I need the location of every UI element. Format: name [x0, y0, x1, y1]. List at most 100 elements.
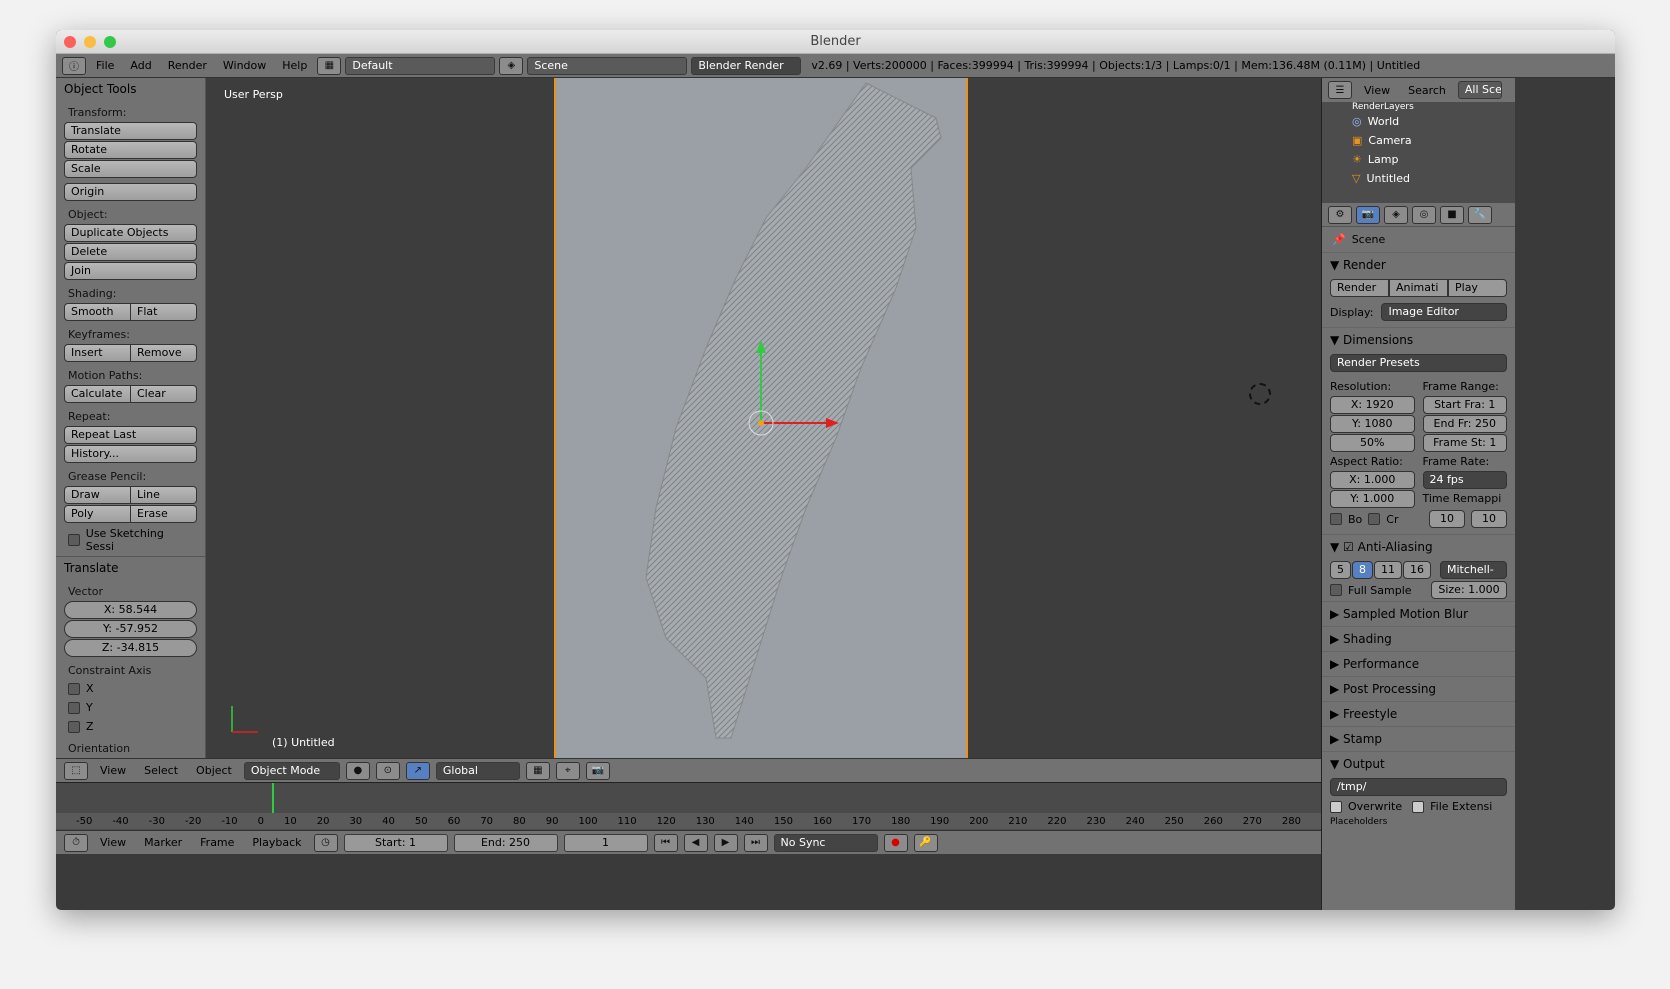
- history-button[interactable]: History...: [64, 445, 197, 463]
- timeline-view-menu[interactable]: View: [94, 836, 132, 849]
- world-tab-icon[interactable]: ◎: [1412, 205, 1436, 224]
- delete-button[interactable]: Delete: [64, 243, 197, 261]
- placeholders-checkbox[interactable]: Placeholders: [1330, 817, 1507, 827]
- start-frame-field[interactable]: Start: 1: [343, 833, 448, 852]
- aspect-x-field[interactable]: X: 1.000: [1330, 471, 1415, 489]
- clear-button[interactable]: Clear: [131, 385, 197, 403]
- resolution-x-field[interactable]: X: 1920: [1330, 396, 1415, 414]
- terrain-mesh[interactable]: [554, 78, 968, 758]
- mode-select[interactable]: Object Mode: [243, 761, 340, 780]
- output-path-field[interactable]: /tmp/: [1330, 778, 1507, 796]
- line-button[interactable]: Line: [131, 486, 197, 504]
- outliner-item-renderlayers[interactable]: RenderLayers: [1322, 102, 1515, 112]
- render-presets-select[interactable]: Render Presets: [1330, 354, 1507, 372]
- preview-range-icon[interactable]: ◷: [313, 833, 338, 852]
- display-select[interactable]: Image Editor: [1381, 303, 1507, 321]
- aa-5-button[interactable]: 5: [1330, 561, 1351, 579]
- frame-rate-select[interactable]: 24 fps: [1422, 471, 1507, 489]
- remove-keyframe-button[interactable]: Remove: [131, 344, 197, 362]
- pivot-point-icon[interactable]: ⊙: [375, 761, 400, 780]
- render-tab-icon[interactable]: 📷: [1356, 205, 1380, 224]
- zoom-window-icon[interactable]: [104, 36, 116, 48]
- timeline-editor-icon[interactable]: ⏱: [64, 833, 88, 852]
- dimensions-panel-header[interactable]: ▼ Dimensions: [1322, 327, 1515, 352]
- 3d-view-editor-icon[interactable]: ⬚: [64, 761, 88, 780]
- anti-aliasing-panel-header[interactable]: ▼ ☑ Anti-Aliasing: [1322, 534, 1515, 559]
- outliner-item-untitled[interactable]: ▽ Untitled: [1322, 169, 1515, 188]
- vector-x-field[interactable]: X: 58.544: [64, 601, 197, 619]
- properties-editor-icon[interactable]: ⚙: [1328, 205, 1352, 224]
- outliner-view-menu[interactable]: View: [1358, 84, 1396, 97]
- repeat-last-button[interactable]: Repeat Last: [64, 426, 197, 444]
- viewport-shading-icon[interactable]: ●: [345, 761, 370, 780]
- constraint-z-checkbox[interactable]: Z: [56, 717, 205, 736]
- menu-file[interactable]: File: [90, 59, 120, 72]
- sketching-session-checkbox[interactable]: Use Sketching Sessi: [56, 524, 205, 556]
- scene-icon[interactable]: ◈: [499, 56, 524, 75]
- object-menu[interactable]: Object: [190, 764, 238, 777]
- lamp-icon[interactable]: [1249, 383, 1271, 405]
- translate-button[interactable]: Translate: [64, 122, 197, 140]
- play-reverse-icon[interactable]: ◀: [683, 833, 708, 852]
- freestyle-panel-header[interactable]: ▶ Freestyle: [1322, 701, 1515, 726]
- poly-button[interactable]: Poly: [64, 505, 131, 523]
- resolution-percent-field[interactable]: 50%: [1330, 434, 1415, 452]
- menu-add[interactable]: Add: [124, 59, 157, 72]
- time-remap-old-field[interactable]: 10: [1429, 510, 1465, 528]
- motion-blur-panel-header[interactable]: ▶ Sampled Motion Blur: [1322, 601, 1515, 626]
- render-panel-header[interactable]: ▼ Render: [1322, 252, 1515, 277]
- post-processing-panel-header[interactable]: ▶ Post Processing: [1322, 676, 1515, 701]
- current-frame-field[interactable]: 1: [563, 833, 648, 852]
- object-tab-icon[interactable]: ■: [1440, 205, 1464, 224]
- menu-render[interactable]: Render: [162, 59, 213, 72]
- draw-button[interactable]: Draw: [64, 486, 131, 504]
- manipulator-icon[interactable]: ↗: [405, 761, 430, 780]
- playback-menu[interactable]: Playback: [246, 836, 307, 849]
- frame-end-field[interactable]: End Fr: 250: [1422, 415, 1507, 433]
- snap-icon[interactable]: ⌖: [555, 761, 580, 780]
- aa-16-button[interactable]: 16: [1403, 561, 1431, 579]
- file-extensions-checkbox[interactable]: File Extensi: [1412, 800, 1492, 813]
- crop-checkbox[interactable]: Cr: [1368, 513, 1398, 526]
- origin-button[interactable]: Origin: [64, 183, 197, 201]
- scale-button[interactable]: Scale: [64, 160, 197, 178]
- display-mode-select[interactable]: All Scen: [1457, 81, 1502, 99]
- menu-help[interactable]: Help: [276, 59, 313, 72]
- resolution-y-field[interactable]: Y: 1080: [1330, 415, 1415, 433]
- screen-layout-icon[interactable]: ▦: [317, 56, 342, 75]
- marker-menu[interactable]: Marker: [138, 836, 188, 849]
- timeline[interactable]: -50 -40 -30 -20 -10 0 10 20 30 40 50 60 70 80 90 100 110…: [56, 782, 1321, 830]
- output-panel-header[interactable]: ▼ Output: [1322, 751, 1515, 776]
- translate-panel-header[interactable]: Translate: [56, 556, 205, 579]
- object-tools-header[interactable]: Object Tools: [56, 78, 205, 100]
- keying-set-icon[interactable]: 🔑: [913, 833, 938, 852]
- frame-start-field[interactable]: Start Fra: 1: [1422, 396, 1507, 414]
- overwrite-checkbox[interactable]: Overwrite: [1330, 800, 1402, 813]
- filter-size-field[interactable]: Size: 1.000: [1431, 581, 1507, 599]
- smooth-button[interactable]: Smooth: [64, 303, 131, 321]
- modifier-tab-icon[interactable]: 🔧: [1468, 205, 1492, 224]
- aa-11-button[interactable]: 11: [1374, 561, 1402, 579]
- scene-field[interactable]: Scene: [527, 56, 688, 75]
- render-preview-icon[interactable]: 📷: [585, 761, 610, 780]
- erase-button[interactable]: Erase: [131, 505, 197, 523]
- aa-8-button[interactable]: 8: [1352, 561, 1373, 579]
- flat-button[interactable]: Flat: [131, 303, 197, 321]
- menu-window[interactable]: Window: [217, 59, 272, 72]
- shading-panel-header[interactable]: ▶ Shading: [1322, 626, 1515, 651]
- join-button[interactable]: Join: [64, 262, 197, 280]
- full-sample-checkbox[interactable]: Full Sample: [1330, 584, 1412, 597]
- play-icon[interactable]: ▶: [713, 833, 738, 852]
- jump-start-icon[interactable]: ⏮: [653, 833, 678, 852]
- frame-menu[interactable]: Frame: [194, 836, 240, 849]
- stamp-panel-header[interactable]: ▶ Stamp: [1322, 726, 1515, 751]
- current-frame-marker[interactable]: [272, 783, 274, 813]
- vector-y-field[interactable]: Y: -57.952: [64, 620, 197, 638]
- time-remap-new-field[interactable]: 10: [1471, 510, 1507, 528]
- performance-panel-header[interactable]: ▶ Performance: [1322, 651, 1515, 676]
- constraint-x-checkbox[interactable]: X: [56, 679, 205, 698]
- info-editor-icon[interactable]: ⓘ: [62, 56, 86, 75]
- sync-select[interactable]: No Sync: [773, 833, 878, 852]
- pin-icon[interactable]: 📌: [1332, 233, 1346, 246]
- outliner-item-lamp[interactable]: ☀ Lamp: [1322, 150, 1515, 169]
